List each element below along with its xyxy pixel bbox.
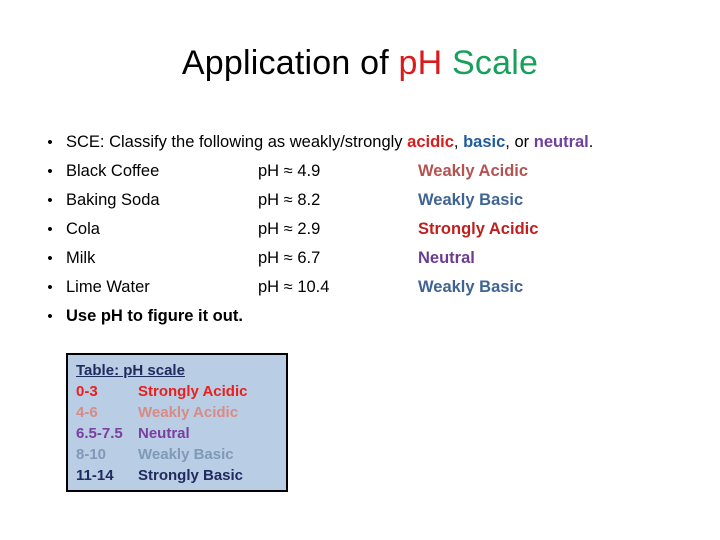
ph-range-label: Weakly Acidic — [138, 404, 239, 421]
ph-range-label: Neutral — [138, 425, 190, 442]
substance-classification: Neutral — [418, 249, 475, 267]
ph-range-value: 6.5-7.5 — [76, 425, 123, 442]
bullet-icon: • — [47, 279, 53, 296]
ph-range-value: 8-10 — [76, 446, 107, 463]
ph-range-label: Strongly Basic — [138, 467, 244, 484]
substance-name: Lime Water — [66, 278, 150, 296]
substance-classification: Weakly Acidic — [418, 162, 529, 180]
bullet-icon: • — [47, 192, 53, 209]
substance-classification: Strongly Acidic — [418, 220, 539, 238]
bullet-icon: • — [47, 308, 53, 325]
ph-range-value: 11-14 — [76, 467, 114, 484]
substance-ph-value: pH ≈ 8.2 — [258, 191, 321, 209]
substance-ph-value: pH ≈ 6.7 — [258, 249, 321, 267]
bullet-icon: • — [47, 163, 53, 180]
instruction-lead: SCE: Classify the following as weakly/st… — [66, 133, 408, 151]
instruction-end: . — [588, 133, 594, 151]
page-title: Application of pH Scale — [0, 44, 720, 83]
ph-range-label: Weakly Basic — [138, 446, 234, 463]
list-item: • Cola pH ≈ 2.9 Strongly Acidic — [40, 215, 680, 244]
title-part-ph: pH — [398, 44, 443, 82]
keyword-basic: basic — [463, 133, 506, 151]
table-row: 4-6 Weakly Acidic — [76, 402, 286, 423]
keyword-neutral: neutral — [533, 133, 589, 151]
title-part-black: Application of — [181, 44, 399, 82]
substance-ph-value: pH ≈ 4.9 — [258, 162, 321, 180]
table-row: 11-14 Strongly Basic — [76, 465, 286, 486]
instruction-sep-1: , — [453, 133, 464, 151]
table-row: 6.5-7.5 Neutral — [76, 423, 286, 444]
substance-name: Cola — [66, 220, 100, 238]
bullet-icon: • — [47, 134, 53, 151]
substance-name: Milk — [66, 249, 96, 267]
instruction-sep-2: , or — [505, 133, 534, 151]
substance-classification: Weakly Basic — [418, 278, 524, 296]
list-item: • Baking Soda pH ≈ 8.2 Weakly Basic — [40, 186, 680, 215]
instruction-text: SCE: Classify the following as weakly/st… — [66, 128, 593, 157]
bullet-icon: • — [47, 250, 53, 267]
table-row: 0-3 Strongly Acidic — [76, 381, 286, 402]
substance-ph-value: pH ≈ 2.9 — [258, 220, 321, 238]
ph-range-value: 4-6 — [76, 404, 98, 421]
ph-scale-table: Table: pH scale 0-3 Strongly Acidic 4-6 … — [66, 353, 288, 492]
substance-ph-value: pH ≈ 10.4 — [258, 278, 330, 296]
table-row: 8-10 Weakly Basic — [76, 444, 286, 465]
title-part-scale: Scale — [442, 44, 539, 82]
ph-range-label: Strongly Acidic — [138, 383, 248, 400]
closing-instruction-text: Use pH to figure it out. — [66, 307, 243, 325]
list-item: • Black Coffee pH ≈ 4.9 Weakly Acidic — [40, 157, 680, 186]
ph-scale-table-title: Table: pH scale — [76, 362, 185, 379]
substance-classification: Weakly Basic — [418, 191, 524, 209]
ph-range-value: 0-3 — [76, 383, 98, 400]
list-item: • Lime Water pH ≈ 10.4 Weakly Basic — [40, 273, 680, 302]
bullet-icon: • — [47, 221, 53, 238]
substance-name: Black Coffee — [66, 162, 160, 180]
bullet-list: • SCE: Classify the following as weakly/… — [40, 128, 680, 331]
list-item-instruction: • SCE: Classify the following as weakly/… — [40, 128, 680, 157]
list-item-closing: • Use pH to figure it out. — [40, 302, 680, 331]
list-item: • Milk pH ≈ 6.7 Neutral — [40, 244, 680, 273]
substance-name: Baking Soda — [66, 191, 160, 209]
keyword-acidic: acidic — [407, 133, 454, 151]
